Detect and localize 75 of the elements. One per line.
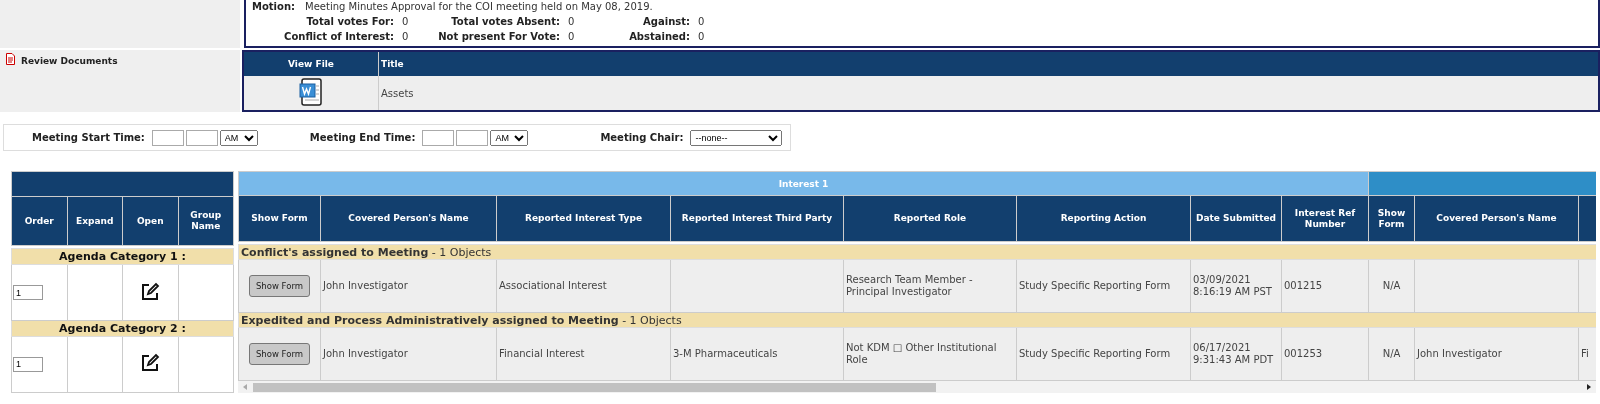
motion-label: Motion: xyxy=(252,1,296,13)
document-icon xyxy=(6,53,15,65)
edit-icon[interactable] xyxy=(140,353,161,374)
table-cell: Fi xyxy=(1581,348,1589,359)
vote-value: 0 xyxy=(402,31,410,43)
vote-label: Abstained: xyxy=(628,31,691,43)
show-form-button[interactable]: Show Form xyxy=(248,275,311,297)
column-header: Covered Person's Name xyxy=(320,195,497,242)
vote-label: Conflict of Interest: xyxy=(283,31,395,43)
order-field[interactable]: 1 xyxy=(13,356,43,372)
vote-value: 0 xyxy=(698,16,706,28)
column-header: Show Form xyxy=(238,195,321,242)
minute-field[interactable] xyxy=(456,129,489,146)
column-header: Order xyxy=(11,196,67,246)
column-header: Reported Role xyxy=(843,195,1017,242)
column-header: Open xyxy=(122,196,178,246)
word-document-icon[interactable] xyxy=(299,78,323,106)
vote-label: Total votes For: xyxy=(305,16,395,28)
group-title: Conflict's assigned to Meeting - 1 Objects xyxy=(241,245,492,259)
table-cell: Not KDM □ Other Institutional Role xyxy=(846,342,997,365)
category-header: Agenda Category 1 : xyxy=(11,248,234,265)
review-documents-label: Review Documents xyxy=(21,56,118,66)
column-header: Interest Ref Number xyxy=(1281,195,1369,242)
column-header: Group Name xyxy=(178,196,234,246)
column-header: Title xyxy=(378,51,1599,76)
column-header: View File xyxy=(243,51,379,76)
table-cell: 001215 xyxy=(1284,280,1323,291)
scrollbar-thumb[interactable] xyxy=(253,382,936,392)
show-form-button[interactable]: Show Form xyxy=(248,343,311,365)
table-cell: John Investigator xyxy=(1417,348,1502,359)
table-cell: 03/09/2021 8:16:19 AM PST xyxy=(1193,274,1272,297)
am-pm-dropdown[interactable]: AM xyxy=(490,129,529,146)
table-cell: Study Specific Reporting Form xyxy=(1019,280,1171,291)
table-cell: Financial Interest xyxy=(499,348,585,359)
table-cell: 001253 xyxy=(1284,348,1323,359)
table-cell: Study Specific Reporting Form xyxy=(1019,348,1171,359)
vote-value: 0 xyxy=(568,16,576,28)
column-header: Expand xyxy=(67,196,123,246)
scroll-right-icon[interactable] xyxy=(1585,383,1593,391)
column-header: Covered Person's Name xyxy=(1414,195,1579,242)
edit-icon[interactable] xyxy=(140,281,161,302)
vote-label: Total votes Absent: xyxy=(450,16,561,28)
end-time-label: Meeting End Time: xyxy=(309,132,416,143)
motion-text: Meeting Minutes Approval for the COI meeting held on May 08, 2019. xyxy=(305,1,653,13)
chair-label: Meeting Chair: xyxy=(600,132,684,143)
horizontal-scrollbar[interactable] xyxy=(238,381,1596,393)
column-header: Reported Interest Type xyxy=(496,195,671,242)
column-header: Reported Interest Third Party xyxy=(670,195,844,242)
group-title: Expedited and Process Administratively assigned to Meeting - 1 Objects xyxy=(241,313,682,327)
am-pm-dropdown[interactable]: AM xyxy=(219,129,258,146)
group-header: Interest 1 xyxy=(238,171,1369,196)
table-cell: 3-M Pharmaceuticals xyxy=(673,348,778,359)
column-header: Date Submitted xyxy=(1190,195,1282,242)
vote-value: 0 xyxy=(402,16,410,28)
vote-value: 0 xyxy=(568,31,576,43)
minute-field[interactable] xyxy=(185,129,218,146)
column-header: Show Form xyxy=(1368,195,1415,242)
column-header: Reporting Action xyxy=(1016,195,1191,242)
table-cell: John Investigator xyxy=(323,280,408,291)
table-cell: John Investigator xyxy=(323,348,408,359)
order-field[interactable]: 1 xyxy=(13,285,43,301)
hour-field[interactable] xyxy=(151,129,184,146)
scroll-left-icon[interactable] xyxy=(241,383,249,391)
vote-label: Not present For Vote: xyxy=(438,31,561,43)
document-title: Assets xyxy=(378,76,1599,111)
table-cell: 06/17/2021 9:31:43 AM PDT xyxy=(1193,342,1274,365)
table-cell: N/A xyxy=(1382,280,1401,291)
table-cell: Research Team Member - Principal Investigator xyxy=(846,274,973,297)
hour-field[interactable] xyxy=(422,129,455,146)
vote-label: Against: xyxy=(642,16,691,28)
vote-value: 0 xyxy=(698,31,706,43)
start-time-label: Meeting Start Time: xyxy=(32,132,145,143)
table-cell: N/A xyxy=(1382,348,1401,359)
chair-dropdown[interactable]: --none-- xyxy=(690,129,783,146)
table-cell: Associational Interest xyxy=(499,280,607,291)
